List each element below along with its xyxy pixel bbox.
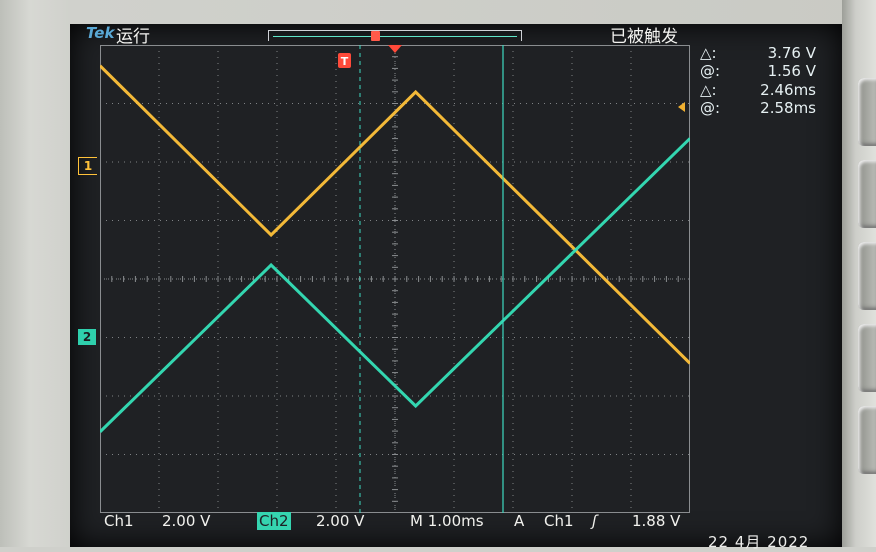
record-length-bar — [268, 30, 522, 41]
ch1-scale: 2.00 V — [162, 512, 211, 530]
trigger-position-label: T — [341, 55, 349, 68]
voltage-at: 1.56 V — [767, 62, 816, 80]
timebase[interactable]: M 1.00ms — [410, 512, 484, 530]
voltage-delta: 3.76 V — [767, 44, 816, 62]
voltage-at-row: @: 1.56 V — [696, 62, 816, 80]
at-icon: @: — [700, 62, 721, 80]
date-stamp: 22 4月 2022 — [708, 533, 810, 551]
ch1-label[interactable]: Ch1 — [104, 512, 134, 530]
ch1-ground-marker[interactable]: 1 — [78, 157, 97, 175]
record-window-line — [273, 36, 517, 37]
time-at-row: @: 2.58ms — [696, 99, 816, 117]
trigger-mode: A — [514, 512, 525, 530]
delta-icon: △: — [700, 81, 717, 99]
record-trigger-icon — [371, 31, 380, 41]
brand-logo: Tek — [86, 24, 115, 42]
time-delta: 2.46ms — [760, 81, 816, 99]
softkey-2[interactable] — [858, 160, 876, 228]
voltage-delta-row: △: 3.76 V — [696, 44, 816, 62]
trigger-state: 已被触发 — [610, 27, 678, 47]
softkey-1[interactable] — [858, 78, 876, 146]
trigger-source[interactable]: Ch1 — [544, 512, 574, 530]
softkey-4[interactable] — [858, 324, 876, 392]
time-at: 2.58ms — [760, 99, 816, 117]
cursor-readouts: △: 3.76 V @: 1.56 V △: 2.46ms @: 2.58ms — [696, 44, 816, 117]
softkey-5[interactable] — [858, 406, 876, 474]
graticule: T — [100, 45, 690, 513]
ch2-ground-marker[interactable]: 2 — [78, 329, 96, 345]
ch2-scale: 2.00 V — [316, 512, 365, 530]
trigger-level[interactable]: 1.88 V — [632, 512, 680, 530]
top-status-bar: Tek 运行 已被触发 — [78, 22, 764, 47]
run-status: 运行 — [116, 27, 150, 47]
softkey-3[interactable] — [858, 242, 876, 310]
bottom-status-bar: Ch1 2.00 V Ch2 2.00 V M 1.00ms A Ch1 ʃ 1… — [100, 512, 700, 532]
time-delta-row: △: 2.46ms — [696, 81, 816, 99]
delta-icon: △: — [700, 44, 717, 62]
trigger-slope-icon: ʃ — [592, 512, 598, 530]
ch2-label[interactable]: Ch2 — [257, 512, 291, 530]
trigger-level-arrow-icon — [678, 102, 685, 112]
at-icon: @: — [700, 99, 721, 117]
